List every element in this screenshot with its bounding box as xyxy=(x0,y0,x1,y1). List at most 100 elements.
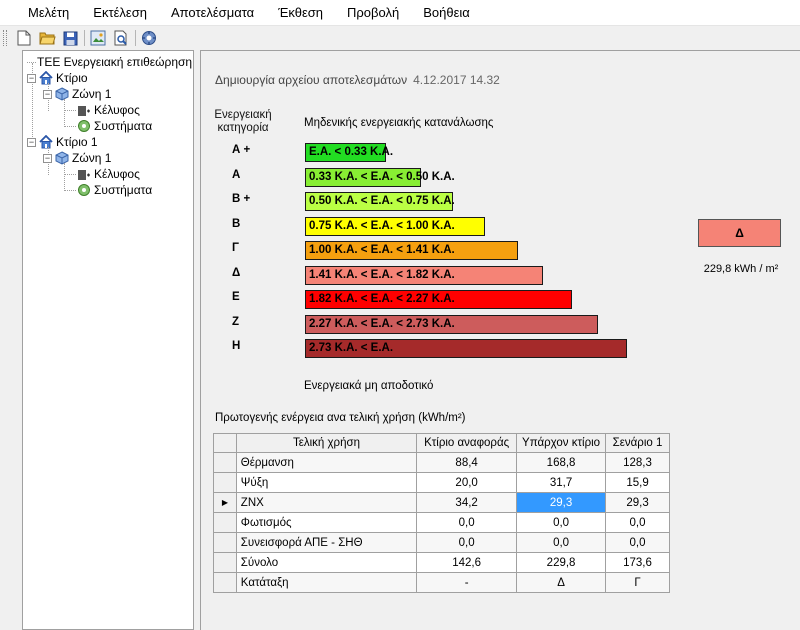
table-cell[interactable]: 173,6 xyxy=(605,552,670,573)
row-header[interactable] xyxy=(213,572,237,593)
menu-bar: Μελέτη Εκτέλεση Αποτελέσματα Έκθεση Προβ… xyxy=(0,0,800,26)
table-cell[interactable]: 0,0 xyxy=(416,512,518,533)
table-cell[interactable]: 20,0 xyxy=(416,472,518,493)
tree-node-label: Ζώνη 1 xyxy=(72,87,112,101)
column-header-end-use[interactable]: Τελική χρήση xyxy=(235,433,418,453)
table-cell[interactable]: - xyxy=(416,572,518,593)
table-row[interactable]: Ψύξη 20,0 31,7 15,9 xyxy=(213,472,670,493)
energy-class-label: Α + xyxy=(232,144,251,156)
table-cell[interactable]: Συνεισφορά ΑΠΕ - ΣΗΘ xyxy=(235,532,418,553)
table-cell[interactable]: 34,2 xyxy=(416,492,518,513)
energy-class-bar: 1.41 Κ.Α. < Ε.Α. < 1.82 Κ.Α. xyxy=(305,265,543,285)
tree-node-envelope[interactable]: Κέλυφος xyxy=(77,102,140,118)
table-cell[interactable]: 168,8 xyxy=(516,452,607,473)
save-icon[interactable] xyxy=(61,29,79,47)
tree-node-root[interactable]: ΤΕΕ Ενεργειακή επιθεώρηση xyxy=(37,54,192,70)
tree-connector xyxy=(64,110,76,111)
row-header[interactable] xyxy=(213,512,237,533)
menu-item-results[interactable]: Αποτελέσματα xyxy=(171,5,254,20)
project-tree[interactable]: ΤΕΕ Ενεργειακή επιθεώρηση − Κτίριο − Ζών… xyxy=(22,50,194,630)
table-cell[interactable]: 142,6 xyxy=(416,552,518,573)
table-cell[interactable]: Κατάταξη xyxy=(235,572,418,593)
settings-icon[interactable] xyxy=(140,29,158,47)
table-cell[interactable]: 15,9 xyxy=(605,472,670,493)
table-cell[interactable]: 229,8 xyxy=(516,552,607,573)
zone-cube-icon xyxy=(55,151,69,165)
export-icon[interactable] xyxy=(89,29,107,47)
table-cell[interactable]: 0,0 xyxy=(605,512,670,533)
table-row[interactable]: Σύνολο 142,6 229,8 173,6 xyxy=(213,552,670,573)
table-cell[interactable]: 0,0 xyxy=(516,512,607,533)
menu-item-help[interactable]: Βοήθεια xyxy=(423,5,470,20)
collapse-toggle[interactable]: − xyxy=(43,153,52,163)
energy-class-label: Ζ xyxy=(232,315,240,328)
menu-item-report[interactable]: Έκθεση xyxy=(278,5,323,20)
table-row[interactable]: Κατάταξη - Δ Γ xyxy=(213,572,670,593)
energy-class-bar: 2.27 Κ.Α. < Ε.Α. < 2.73 Κ.Α. xyxy=(305,314,598,334)
tree-node-building[interactable]: − Κτίριο 1 xyxy=(27,134,98,150)
table-cell[interactable]: 88,4 xyxy=(416,452,518,473)
energy-category-header: Ενεργειακή κατηγορία xyxy=(214,109,272,134)
table-cell[interactable]: 31,7 xyxy=(516,472,607,493)
table-row[interactable]: Συνεισφορά ΑΠΕ - ΣΗΘ 0,0 0,0 0,0 xyxy=(213,532,670,553)
energy-class-bar: 1.82 Κ.Α. < Ε.Α. < 2.27 Κ.Α. xyxy=(305,290,572,309)
row-header[interactable] xyxy=(213,552,237,573)
table-row[interactable]: Φωτισμός 0,0 0,0 0,0 xyxy=(213,512,670,533)
table-cell[interactable]: Θέρμανση xyxy=(235,452,418,473)
results-created-label: Δημιουργία αρχείου αποτελεσμάτων xyxy=(215,73,408,87)
envelope-wall-icon xyxy=(77,103,91,117)
table-cell[interactable]: Σύνολο xyxy=(235,552,418,573)
menu-item-study[interactable]: Μελέτη xyxy=(28,5,69,20)
table-cell[interactable]: Γ xyxy=(605,572,670,593)
table-cell[interactable]: ΖΝΧ xyxy=(235,492,418,513)
column-header-scenario[interactable]: Σενάριο 1 xyxy=(605,433,670,453)
toolbar-grip[interactable] xyxy=(3,30,7,46)
row-header[interactable]: ▶ xyxy=(213,492,237,513)
tree-node-label: Συστήματα xyxy=(94,119,153,133)
tree-node-building[interactable]: − Κτίριο xyxy=(27,70,88,86)
house-icon xyxy=(39,134,53,149)
menu-item-view[interactable]: Προβολή xyxy=(347,5,399,20)
row-header[interactable] xyxy=(213,472,237,493)
tree-node-zone[interactable]: − Ζώνη 1 xyxy=(43,150,111,166)
collapse-toggle[interactable]: − xyxy=(43,89,52,99)
table-cell[interactable]: Φωτισμός xyxy=(235,512,418,533)
table-row[interactable]: ▶ ΖΝΧ 34,2 29,3 29,3 xyxy=(213,492,670,513)
tree-node-envelope[interactable]: Κέλυφος xyxy=(77,166,140,182)
table-header-row: Τελική χρήση Κτίριο αναφοράς Υπάρχον κτί… xyxy=(213,433,670,453)
tree-node-systems[interactable]: Συστήματα xyxy=(77,118,152,134)
current-energy-value: 229,8 kWh / m² xyxy=(703,263,779,275)
new-file-icon[interactable] xyxy=(15,29,33,47)
tree-node-label: Κέλυφος xyxy=(94,167,140,181)
table-cell[interactable]: 29,3 xyxy=(516,492,607,513)
table-cell[interactable]: Δ xyxy=(516,572,607,593)
table-cell[interactable]: Ψύξη xyxy=(235,472,418,493)
envelope-wall-icon xyxy=(77,167,91,181)
row-header[interactable] xyxy=(213,532,237,553)
toolbar-separator xyxy=(84,30,85,46)
tree-node-label: Ζώνη 1 xyxy=(72,151,112,165)
zero-consumption-label: Μηδενικής ενεργειακής κατανάλωσης xyxy=(304,117,494,129)
collapse-toggle[interactable]: − xyxy=(27,73,36,83)
table-cell[interactable]: 128,3 xyxy=(605,452,670,473)
tree-connector xyxy=(64,126,76,127)
primary-energy-table[interactable]: Τελική χρήση Κτίριο αναφοράς Υπάρχον κτί… xyxy=(213,433,670,593)
energy-class-label: Β xyxy=(232,217,241,230)
print-preview-icon[interactable] xyxy=(112,29,130,47)
toolbar-separator xyxy=(135,30,136,46)
table-title: Πρωτογενής ενέργεια ανα τελική χρήση (kW… xyxy=(215,412,466,424)
menu-item-run[interactable]: Εκτέλεση xyxy=(93,5,147,20)
table-cell[interactable]: 0,0 xyxy=(416,532,518,553)
open-folder-icon[interactable] xyxy=(38,29,56,47)
table-cell[interactable]: 29,3 xyxy=(605,492,670,513)
tree-node-zone[interactable]: − Ζώνη 1 xyxy=(43,86,111,102)
systems-gear-icon xyxy=(77,183,91,197)
table-row[interactable]: Θέρμανση 88,4 168,8 128,3 xyxy=(213,452,670,473)
column-header-existing[interactable]: Υπάρχον κτίριο xyxy=(516,433,607,453)
column-header-reference[interactable]: Κτίριο αναφοράς xyxy=(416,433,518,453)
row-header[interactable] xyxy=(213,452,237,473)
collapse-toggle[interactable]: − xyxy=(27,137,36,147)
tree-node-systems[interactable]: Συστήματα xyxy=(77,182,152,198)
table-cell[interactable]: 0,0 xyxy=(516,532,607,553)
table-cell[interactable]: 0,0 xyxy=(605,532,670,553)
